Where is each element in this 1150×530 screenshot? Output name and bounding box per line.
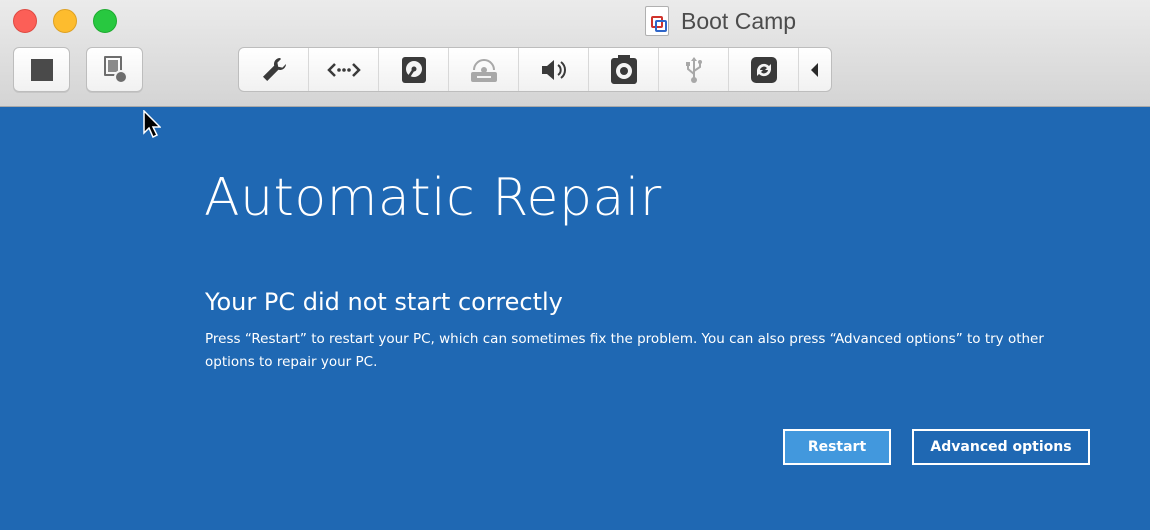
mouse-pointer-icon <box>143 110 161 138</box>
camera-icon <box>610 54 637 84</box>
restart-button[interactable]: Restart <box>783 429 891 465</box>
settings-button[interactable] <box>239 48 309 91</box>
vm-display[interactable]: Automatic Repair Your PC did not start c… <box>0 108 1150 530</box>
camera-button[interactable] <box>589 48 659 91</box>
hard-disk-button[interactable] <box>379 48 449 91</box>
minimize-window-button[interactable] <box>53 9 77 33</box>
network-icon <box>326 62 361 77</box>
error-heading: Your PC did not start correctly <box>205 288 563 316</box>
zoom-window-button[interactable] <box>93 9 117 33</box>
optical-drive-icon <box>470 58 497 82</box>
stop-vm-button[interactable] <box>13 47 70 92</box>
error-description: Press “Restart” to restart your PC, whic… <box>205 331 1044 370</box>
snapshot-icon <box>102 55 128 84</box>
advanced-options-button[interactable]: Advanced options <box>912 429 1090 465</box>
window-titlebar: Boot Camp <box>0 0 1150 107</box>
collapse-toolbar-button[interactable] <box>799 62 831 78</box>
wrench-icon <box>262 57 286 81</box>
usb-icon <box>685 56 702 83</box>
window-title-text: Boot Camp <box>681 7 797 34</box>
usb-button[interactable] <box>659 48 729 91</box>
page-title: Automatic Repair <box>204 168 662 228</box>
devices-toolbar <box>238 47 832 92</box>
optical-drive-button[interactable] <box>449 48 519 91</box>
shared-folders-icon <box>750 56 777 83</box>
window-title: Boot Camp <box>645 5 796 37</box>
collapse-arrow-icon <box>811 62 818 77</box>
snapshot-button[interactable] <box>86 47 143 92</box>
hard-disk-icon <box>401 56 426 83</box>
sound-button[interactable] <box>519 48 589 91</box>
network-button[interactable] <box>309 48 379 91</box>
stop-icon <box>30 58 53 81</box>
shared-folders-button[interactable] <box>729 48 799 91</box>
sound-icon <box>541 59 566 80</box>
vm-document-icon <box>645 6 669 36</box>
close-window-button[interactable] <box>13 9 37 33</box>
